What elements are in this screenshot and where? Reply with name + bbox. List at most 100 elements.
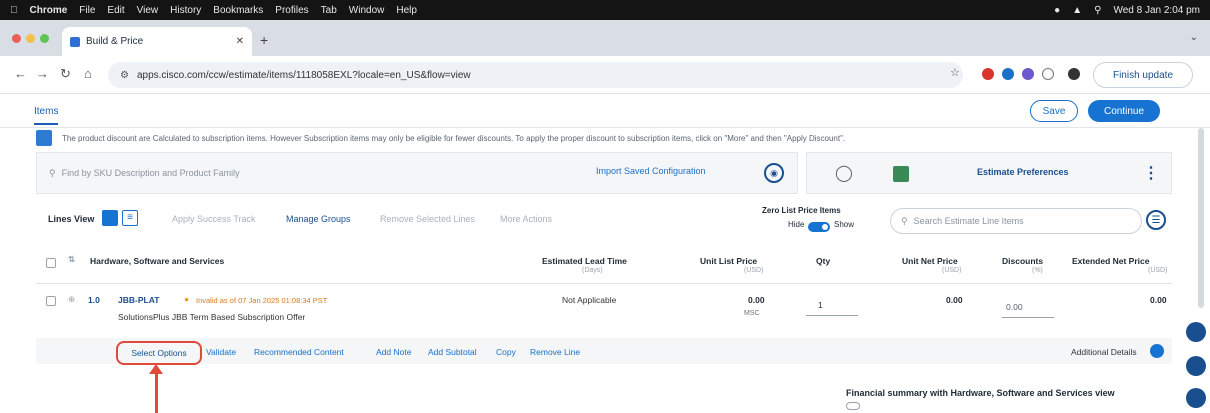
- manage-groups-button[interactable]: Manage Groups: [286, 214, 351, 224]
- financial-summary-toggle[interactable]: [846, 402, 860, 410]
- select-options-button[interactable]: Select Options: [116, 341, 202, 365]
- menubar-app[interactable]: Chrome: [30, 5, 68, 16]
- home-icon[interactable]: ⌂: [84, 66, 92, 81]
- back-icon[interactable]: ←: [14, 66, 27, 81]
- close-window-icon[interactable]: [12, 34, 21, 43]
- lines-view-label: Lines View: [48, 214, 95, 224]
- excel-icon[interactable]: [893, 166, 909, 182]
- lightbulb-icon[interactable]: ◯: [835, 163, 853, 183]
- chat-icon[interactable]: [1186, 322, 1206, 342]
- search-icon: ⚲: [49, 167, 56, 178]
- remove-line-link[interactable]: Remove Line: [530, 347, 580, 357]
- col-lead-time-unit: (Days): [582, 267, 603, 274]
- browser-tab[interactable]: Build & Price ✕: [62, 27, 252, 56]
- add-note-link[interactable]: Add Note: [376, 347, 411, 357]
- apple-icon[interactable]: : [10, 5, 18, 16]
- scan-button[interactable]: ◉: [764, 163, 784, 183]
- quantity-input[interactable]: 1: [806, 300, 858, 316]
- omnibox[interactable]: ⚙ apps.cisco.com/ccw/estimate/items/1118…: [108, 62, 963, 88]
- col-qty: Qty: [816, 256, 831, 266]
- profile-avatar[interactable]: [1068, 68, 1080, 80]
- tab-search-icon[interactable]: ⌄: [1190, 32, 1198, 43]
- financial-summary-label: Financial summary with Hardware, Softwar…: [846, 388, 1115, 398]
- menu-view[interactable]: View: [137, 5, 159, 16]
- menu-profiles[interactable]: Profiles: [275, 5, 308, 16]
- discount-input[interactable]: 0.00: [1002, 302, 1054, 318]
- status-icon[interactable]: ●: [1054, 5, 1060, 16]
- zero-price-toggle[interactable]: [808, 222, 830, 232]
- unit-list-price: 0.00: [748, 295, 765, 305]
- expand-details-icon[interactable]: [1150, 344, 1164, 358]
- callout-arrow: [155, 372, 158, 413]
- scrollbar[interactable]: [1198, 128, 1204, 308]
- bookmark-star-icon[interactable]: ☆: [950, 66, 960, 79]
- menu-bookmarks[interactable]: Bookmarks: [213, 5, 263, 16]
- search-placeholder: Find by SKU Description and Product Fami…: [61, 168, 240, 178]
- menu-file[interactable]: File: [79, 5, 95, 16]
- remove-selected-lines-button[interactable]: Remove Selected Lines: [380, 214, 475, 224]
- site-info-icon[interactable]: ⚙: [120, 70, 129, 81]
- hide-label: Hide: [788, 220, 805, 229]
- favicon-icon: [70, 36, 80, 47]
- import-saved-configuration-link[interactable]: Import Saved Configuration: [596, 166, 706, 176]
- extension-icon[interactable]: [1022, 68, 1034, 80]
- menu-edit[interactable]: Edit: [107, 5, 124, 16]
- estimate-line-search-input[interactable]: ⚲ Search Estimate Line Items: [890, 208, 1142, 234]
- sku-link[interactable]: JBB-PLAT: [118, 295, 159, 305]
- lines-toolbar: Lines View ≡ Apply Success Track Manage …: [36, 204, 1172, 240]
- unit-net-price: 0.00: [946, 295, 963, 305]
- expand-row-icon[interactable]: ⊕: [68, 294, 75, 305]
- extension-icon[interactable]: [982, 68, 994, 80]
- row-checkbox[interactable]: [46, 296, 56, 306]
- search-icon[interactable]: ⚲: [1094, 5, 1101, 16]
- wifi-icon[interactable]: ▲: [1072, 5, 1082, 16]
- kebab-menu-icon[interactable]: ⋮: [1143, 163, 1159, 183]
- notice-text: The product discount are Calculated to s…: [62, 133, 846, 143]
- search-row: ⚲ Find by SKU Description and Product Fa…: [36, 152, 1172, 194]
- menu-help[interactable]: Help: [396, 5, 417, 16]
- finish-update-button[interactable]: Finish update: [1093, 62, 1193, 88]
- minimize-window-icon[interactable]: [26, 34, 35, 43]
- tab-items[interactable]: Items: [34, 106, 59, 125]
- close-tab-icon[interactable]: ✕: [236, 36, 244, 47]
- table-row: ⊕ 1.0 JBB-PLAT ● Invalid as of 07 Jan 20…: [36, 288, 1172, 332]
- macos-menubar:  Chrome File Edit View History Bookmark…: [0, 0, 1210, 20]
- validate-link[interactable]: Validate: [206, 347, 236, 357]
- url-text: apps.cisco.com/ccw/estimate/items/111805…: [136, 69, 471, 81]
- maximize-window-icon[interactable]: [40, 34, 49, 43]
- expand-all-icon[interactable]: ⇅: [68, 254, 75, 265]
- col-unit-list-price: Unit List Price: [700, 256, 758, 266]
- list-view-icon[interactable]: ≡: [122, 210, 138, 226]
- tab-title: Build & Price: [86, 36, 144, 47]
- additional-details-link[interactable]: Additional Details: [1071, 347, 1137, 357]
- more-actions-dropdown[interactable]: More Actions: [500, 214, 552, 224]
- menu-history[interactable]: History: [170, 5, 201, 16]
- filter-button[interactable]: ☰: [1146, 210, 1166, 230]
- zero-list-price-label: Zero List Price Items: [762, 206, 841, 215]
- table-header: ⇅ Hardware, Software and Services Estima…: [36, 248, 1172, 284]
- extension-icon[interactable]: [1002, 68, 1014, 80]
- save-button[interactable]: Save: [1030, 100, 1078, 122]
- copy-link[interactable]: Copy: [496, 347, 516, 357]
- new-tab-icon[interactable]: +: [260, 32, 268, 48]
- reload-icon[interactable]: ↻: [60, 66, 71, 82]
- warning-icon: ●: [184, 294, 190, 304]
- menu-tab[interactable]: Tab: [321, 5, 337, 16]
- add-subtotal-link[interactable]: Add Subtotal: [428, 347, 477, 357]
- discount-notice: The product discount are Calculated to s…: [36, 128, 1172, 148]
- continue-button[interactable]: Continue: [1088, 100, 1160, 122]
- lead-time: Not Applicable: [562, 295, 617, 305]
- estimate-preferences-button[interactable]: Estimate Preferences: [977, 167, 1069, 177]
- col-discounts: Discounts: [1002, 256, 1044, 266]
- recommended-content-link[interactable]: Recommended Content: [254, 347, 344, 357]
- grid-view-icon[interactable]: [102, 210, 118, 226]
- help-icon[interactable]: [1186, 356, 1206, 376]
- search-estimate-placeholder: Search Estimate Line Items: [913, 216, 1024, 226]
- forward-icon[interactable]: →: [36, 66, 49, 81]
- apply-success-track-button[interactable]: Apply Success Track: [172, 214, 256, 224]
- clock[interactable]: Wed 8 Jan 2:04 pm: [1113, 5, 1200, 16]
- feedback-icon[interactable]: [1186, 388, 1206, 408]
- menu-window[interactable]: Window: [349, 5, 385, 16]
- extensions-puzzle-icon[interactable]: [1042, 68, 1054, 80]
- select-all-checkbox[interactable]: [46, 258, 56, 268]
